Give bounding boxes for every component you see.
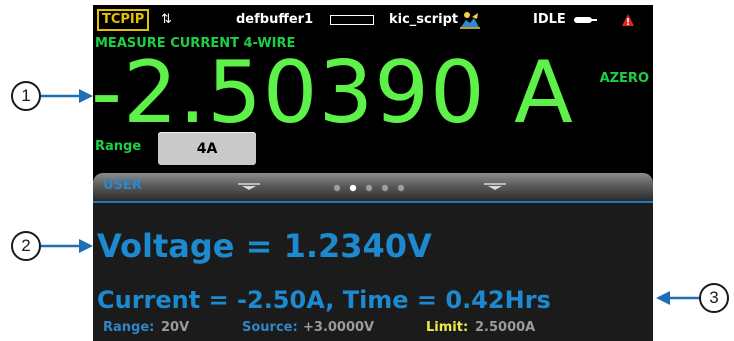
- range-label: Range: [95, 139, 142, 154]
- active-script-name[interactable]: kic_script: [389, 12, 458, 27]
- user-text-line-1: Voltage = 1.2340V: [97, 227, 432, 265]
- page: 1 2 3 TCPIP ⇅ defbuffer1 kic_script IDLE: [0, 0, 734, 341]
- measurement-reading: -2.50390 A: [93, 43, 574, 143]
- source-level-label: Source:: [242, 320, 298, 335]
- page-indicator-dots-icon[interactable]: [329, 184, 409, 192]
- source-range-value: 20V: [161, 320, 190, 335]
- active-buffer-name[interactable]: defbuffer1: [236, 12, 313, 27]
- range-button[interactable]: 4A: [158, 132, 256, 165]
- script-running-icon[interactable]: [459, 11, 481, 29]
- instrument-screen: TCPIP ⇅ defbuffer1 kic_script IDLE MEASU…: [93, 5, 653, 341]
- trigger-state[interactable]: IDLE: [533, 12, 566, 27]
- callout-3-arrow-icon: [656, 291, 704, 305]
- user-swipe-screen: Voltage = 1.2340V Current = -2.50A, Time…: [93, 203, 653, 341]
- trigger-icon: [574, 17, 597, 23]
- swipe-screen-title: USER: [103, 178, 142, 193]
- source-range-label: Range:: [103, 320, 155, 335]
- autozero-indicator: AZERO: [599, 71, 649, 86]
- swipe-screen-header[interactable]: USER: [93, 173, 653, 203]
- user-text-line-2: Current = -2.50A, Time = 0.42Hrs: [97, 286, 551, 314]
- callout-2-arrow-icon: [41, 239, 93, 253]
- callout-2: 2: [11, 231, 41, 261]
- page-dot[interactable]: [349, 184, 357, 192]
- callout-1-arrow-icon: [41, 89, 93, 103]
- page-dot[interactable]: [381, 184, 389, 192]
- limit-label: Limit:: [426, 320, 469, 335]
- callout-3: 3: [699, 283, 729, 313]
- page-dot[interactable]: [333, 184, 341, 192]
- up-down-arrows-icon: ⇅: [161, 12, 172, 27]
- limit-value: 2.5000A: [475, 320, 536, 335]
- buffer-fill-icon[interactable]: [330, 15, 374, 25]
- swipe-handle-right-icon[interactable]: [484, 183, 506, 191]
- source-level-value: +3.0000V: [303, 320, 375, 335]
- swipe-handle-left-icon[interactable]: [238, 183, 260, 191]
- page-dot[interactable]: [397, 184, 405, 192]
- warning-event-icon[interactable]: [621, 13, 635, 27]
- callout-1: 1: [11, 81, 41, 111]
- page-dot[interactable]: [365, 184, 373, 192]
- status-bar: TCPIP ⇅ defbuffer1 kic_script IDLE: [93, 5, 653, 34]
- communication-indicator[interactable]: TCPIP: [97, 9, 150, 31]
